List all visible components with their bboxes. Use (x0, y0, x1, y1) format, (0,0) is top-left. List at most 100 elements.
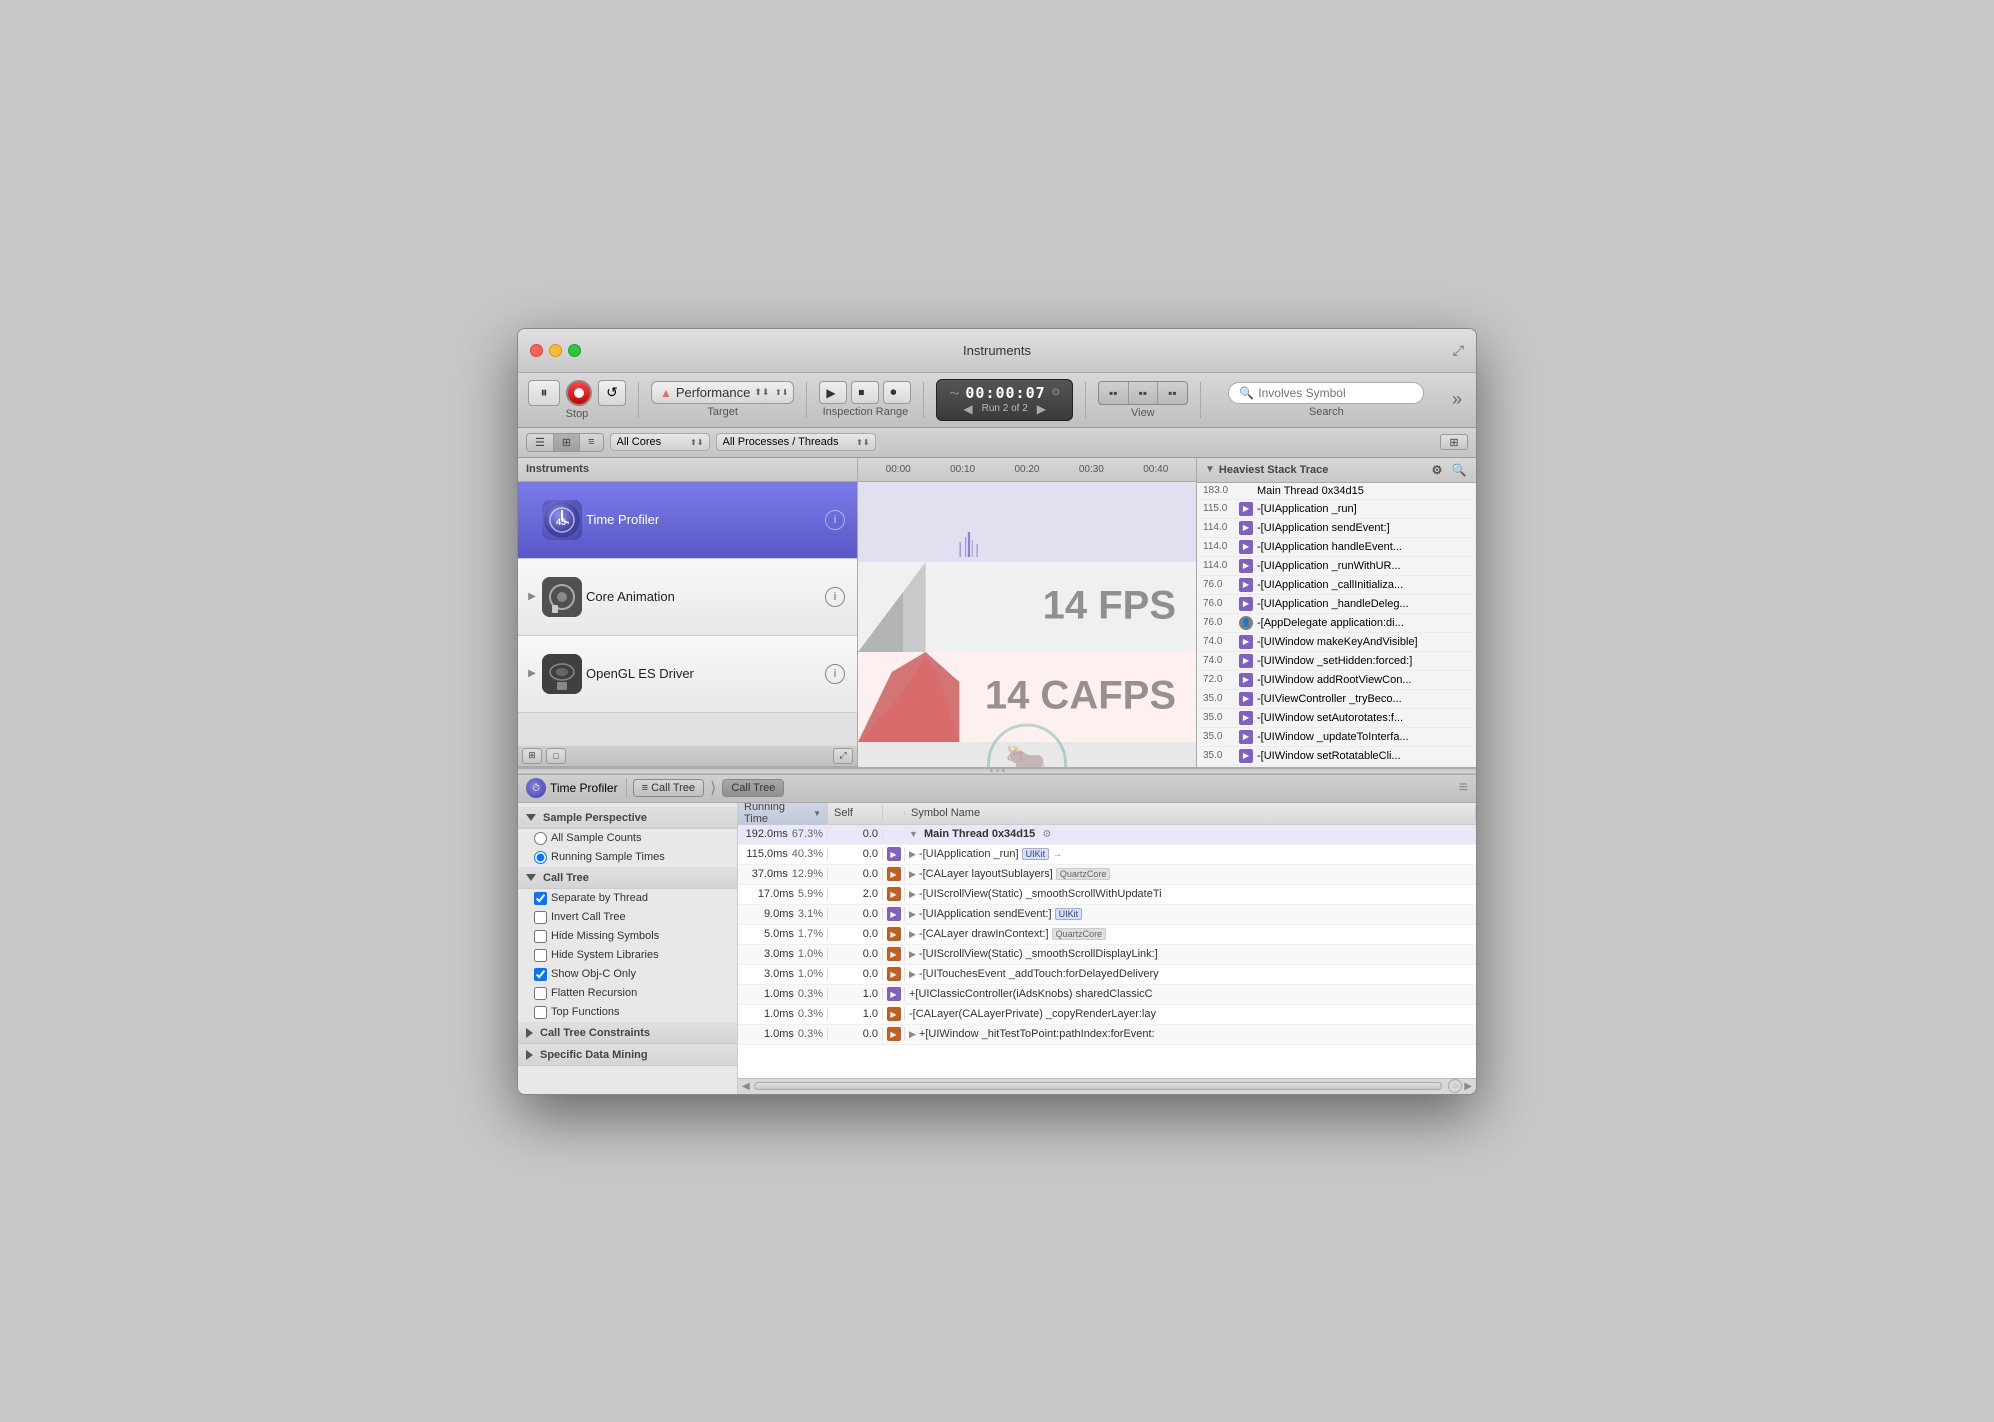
inspection-play-button[interactable]: ▶ (819, 381, 847, 404)
stack-num: 72.0 (1203, 674, 1235, 685)
mining-label: Specific Data Mining (540, 1049, 648, 1061)
scroll-left-icon[interactable]: ◀ (742, 1081, 750, 1092)
stack-row[interactable]: 35.0▶-[UIWindow setRotatableCli... (1197, 766, 1476, 767)
inst-expand-button[interactable]: ⤢ (833, 748, 853, 764)
hide-missing-check[interactable] (534, 930, 547, 943)
ext-search-icon[interactable]: 🔍 (1450, 461, 1468, 479)
time-profiler-info-button[interactable]: i (825, 510, 845, 530)
core-animation-name: Core Animation (586, 589, 825, 604)
running-time-header[interactable]: Running Time ▼ (738, 803, 828, 828)
stack-row[interactable]: 114.0▶-[UIApplication handleEvent... (1197, 538, 1476, 557)
ext-settings-icon[interactable]: ⚙ (1428, 461, 1446, 479)
all-sample-radio[interactable] (534, 832, 547, 845)
stack-row[interactable]: 35.0▶-[UIWindow setAutorotates:f... (1197, 709, 1476, 728)
timer-next-button[interactable]: ▶ (1034, 402, 1049, 416)
all-cores-select[interactable]: All Cores (610, 433, 710, 451)
core-animation-expand[interactable]: ▶ (522, 591, 538, 602)
scroll-thumb[interactable] (754, 1082, 1443, 1090)
call-row-7[interactable]: 3.0ms1.0% 0.0 ▶ ▶-[UITouchesEvent _addTo… (738, 965, 1476, 985)
stack-row[interactable]: 183.0Main Thread 0x34d15 (1197, 483, 1476, 500)
stack-row[interactable]: 115.0▶-[UIApplication _run] (1197, 500, 1476, 519)
target-dropdown[interactable]: ▲ Performance ⬆⬇ (651, 381, 794, 404)
stack-row[interactable]: 74.0▶-[UIWindow _setHidden:forced:] (1197, 652, 1476, 671)
cr4-lib-badge: UIKit (1055, 908, 1083, 920)
inspection-record-button[interactable]: ⏺ (883, 381, 911, 404)
call-row-4[interactable]: 9.0ms3.1% 0.0 ▶ ▶-[UIApplication sendEve… (738, 905, 1476, 925)
core-animation-info-button[interactable]: i (825, 587, 845, 607)
separate-by-thread-check[interactable] (534, 892, 547, 905)
call-row-1[interactable]: 115.0ms40.3% 0.0 ▶ ▶-[UIApplication _run… (738, 845, 1476, 865)
lib-header[interactable] (883, 811, 905, 815)
stack-row[interactable]: 114.0▶-[UIApplication _runWithUR... (1197, 557, 1476, 576)
symbol-header[interactable]: Symbol Name (905, 805, 1476, 821)
detail-toggle-button[interactable]: ⊞ (1440, 434, 1468, 450)
call-row-6[interactable]: 3.0ms1.0% 0.0 ▶ ▶-[UIScrollView(Static) … (738, 945, 1476, 965)
stack-row[interactable]: 114.0▶-[UIApplication sendEvent:] (1197, 519, 1476, 538)
flatten-check[interactable] (534, 987, 547, 1000)
call-row-10[interactable]: 1.0ms0.3% 0.0 ▶ ▶+[UIWindow _hitTestToPo… (738, 1025, 1476, 1045)
hide-system-check[interactable] (534, 949, 547, 962)
call-tree-constraints-header[interactable]: Call Tree Constraints (518, 1022, 737, 1044)
stack-row[interactable]: 76.0👤-[AppDelegate application:di... (1197, 614, 1476, 633)
opengl-expand[interactable]: ▶ (522, 668, 538, 679)
invert-call-tree-check[interactable] (534, 911, 547, 924)
all-processes-select[interactable]: All Processes / Threads (716, 433, 876, 451)
core-animation-row[interactable]: ▶ Core Animation (518, 559, 857, 636)
inspection-stop-button[interactable]: ⏹ (851, 381, 879, 404)
self-header[interactable]: Self (828, 805, 883, 821)
time-profiler-row[interactable]: 45 Time Profiler i (518, 482, 857, 559)
record-button[interactable] (566, 380, 592, 406)
fullscreen-icon[interactable]: ⤢ (1453, 342, 1464, 359)
thread-row[interactable]: 192.0ms 67.3% 0.0 ▼ Main Thread 0x34d15 … (738, 825, 1476, 845)
stack-row[interactable]: 35.0▶-[UIViewController _tryBeco... (1197, 690, 1476, 709)
pause-button[interactable]: ⏸ (528, 380, 560, 406)
stack-row[interactable]: 76.0▶-[UIApplication _callInitializa... (1197, 576, 1476, 595)
sample-perspective-triangle (526, 814, 536, 821)
call-tree-scrollbar[interactable]: ◀ ○ ▶ (738, 1078, 1476, 1094)
call-tree-btn-1[interactable]: ≡ Call Tree (634, 780, 704, 796)
inspection-section: ▶ ⏹ ⏺ Inspection Range (819, 381, 911, 418)
search-input[interactable] (1258, 386, 1413, 400)
view-btn-1[interactable]: ▪▪ (1099, 382, 1129, 404)
opengl-row[interactable]: ▶ OpenGL ES Driver (518, 636, 857, 713)
close-button[interactable] (530, 344, 543, 357)
cr7-self: 0.0 (828, 968, 883, 980)
inst-list-button[interactable]: □ (546, 748, 566, 764)
refresh-button[interactable]: ↺ (598, 380, 626, 406)
seg-list-icon[interactable]: ☰ (527, 434, 554, 451)
call-row-5[interactable]: 5.0ms1.7% 0.0 ▶ ▶-[CALayer drawInContext… (738, 925, 1476, 945)
stack-row[interactable]: 35.0▶-[UIWindow _updateToInterfa... (1197, 728, 1476, 747)
all-sample-label: All Sample Counts (551, 832, 642, 844)
inst-add-button[interactable]: ⊞ (522, 748, 542, 764)
resize-dots (990, 769, 1005, 772)
show-objc-check[interactable] (534, 968, 547, 981)
call-row-8[interactable]: 1.0ms0.3% 1.0 ▶ +[UIClassicController(iA… (738, 985, 1476, 1005)
timer-prev-button[interactable]: ◀ (960, 402, 975, 416)
more-icon[interactable]: » (1448, 389, 1466, 410)
seg-grid-icon[interactable]: ⊞ (554, 434, 580, 451)
top-functions-check[interactable] (534, 1006, 547, 1019)
search-bar[interactable]: 🔍 (1228, 382, 1424, 404)
view-btn-3[interactable]: ▪▪ (1158, 382, 1187, 404)
call-row-3[interactable]: 17.0ms5.9% 2.0 ▶ ▶-[UIScrollView(Static)… (738, 885, 1476, 905)
view-btn-2[interactable]: ▪▪ (1129, 382, 1159, 404)
call-row-9[interactable]: 1.0ms0.3% 1.0 ▶ -[CALayer(CALayerPrivate… (738, 1005, 1476, 1025)
stack-row[interactable]: 35.0▶-[UIWindow setRotatableCli... (1197, 747, 1476, 766)
stack-row[interactable]: 74.0▶-[UIWindow makeKeyAndVisible] (1197, 633, 1476, 652)
stack-num: 35.0 (1203, 693, 1235, 704)
opengl-info-button[interactable]: i (825, 664, 845, 684)
stack-num: 35.0 (1203, 731, 1235, 742)
scroll-right-icon[interactable]: ▶ (1464, 1081, 1472, 1092)
stack-row[interactable]: 72.0▶-[UIWindow addRootViewCon... (1197, 671, 1476, 690)
stack-trace-list: 183.0Main Thread 0x34d15115.0▶-[UIApplic… (1197, 483, 1476, 767)
bottom-menu-icon[interactable]: ≡ (1459, 779, 1468, 797)
watermark-logo-circle: 🐂 (987, 723, 1067, 767)
specific-data-mining-header[interactable]: Specific Data Mining (518, 1044, 737, 1066)
seg-detail-icon[interactable]: ≡ (580, 434, 602, 451)
running-sample-radio[interactable] (534, 851, 547, 864)
stack-row[interactable]: 76.0▶-[UIApplication _handleDeleg... (1197, 595, 1476, 614)
call-row-2[interactable]: 37.0ms12.9% 0.0 ▶ ▶-[CALayer layoutSubla… (738, 865, 1476, 885)
zoom-button[interactable] (568, 344, 581, 357)
minimize-button[interactable] (549, 344, 562, 357)
call-tree-btn-2[interactable]: Call Tree (723, 780, 783, 796)
